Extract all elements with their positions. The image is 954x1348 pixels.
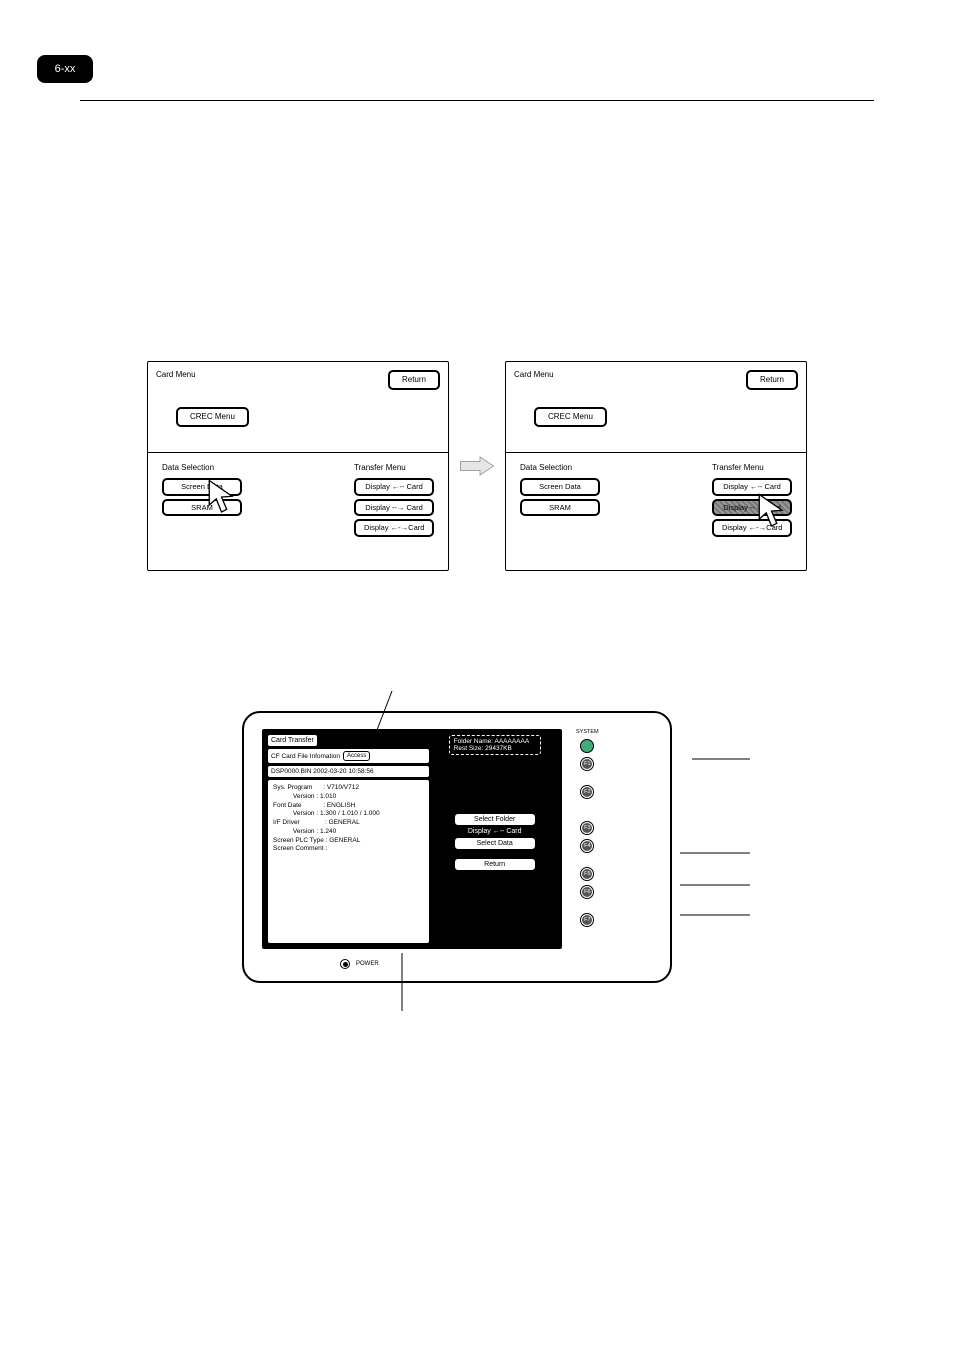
crec-menu-button[interactable]: CREC Menu bbox=[176, 407, 249, 427]
panel-title: Card Menu bbox=[514, 370, 607, 379]
display-from-card-button[interactable]: Display ←-- Card bbox=[354, 478, 434, 496]
panels-row: Card Menu CREC Menu Return Data Selectio… bbox=[80, 361, 874, 571]
screen-data-button[interactable]: Screen Data bbox=[162, 478, 242, 496]
card-menu-panel-2: Card Menu CREC Menu Return Data Selectio… bbox=[505, 361, 807, 571]
page-tab: 6-xx bbox=[37, 55, 93, 83]
callout-lines bbox=[202, 671, 762, 1031]
crec-menu-button[interactable]: CREC Menu bbox=[534, 407, 607, 427]
device-illustration: Card Transfer CF Card File Infomation Ac… bbox=[242, 711, 712, 983]
transfer-menu-label: Transfer Menu bbox=[712, 463, 764, 472]
display-sync-card-button[interactable]: Display ←-→Card bbox=[354, 519, 434, 537]
return-button[interactable]: Return bbox=[388, 370, 440, 390]
display-to-card-button[interactable]: Display --→ Card bbox=[354, 499, 434, 517]
arrow-right-icon bbox=[459, 454, 495, 478]
sram-button[interactable]: SRAM bbox=[520, 499, 600, 517]
return-button[interactable]: Return bbox=[746, 370, 798, 390]
page-divider bbox=[80, 100, 874, 101]
display-to-card-button[interactable]: Display --→ Card bbox=[712, 499, 792, 517]
card-menu-panel-1: Card Menu CREC Menu Return Data Selectio… bbox=[147, 361, 449, 571]
sram-button[interactable]: SRAM bbox=[162, 499, 242, 517]
data-selection-label: Data Selection bbox=[162, 463, 214, 472]
panel-title: Card Menu bbox=[156, 370, 249, 379]
screen-data-button[interactable]: Screen Data bbox=[520, 478, 600, 496]
display-from-card-button[interactable]: Display ←-- Card bbox=[712, 478, 792, 496]
transfer-menu-label: Transfer Menu bbox=[354, 463, 406, 472]
data-selection-label: Data Selection bbox=[520, 463, 572, 472]
display-sync-card-button[interactable]: Display ←-→Card bbox=[712, 519, 792, 537]
